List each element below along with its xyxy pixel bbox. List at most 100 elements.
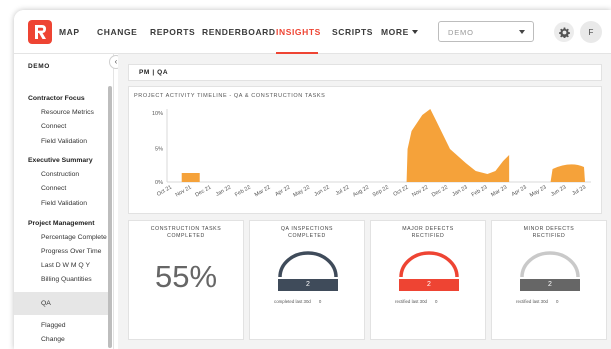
sidebar-scrollbar[interactable] <box>108 86 112 348</box>
y-tick-label: 0% <box>155 180 163 186</box>
nav-tab-label: MAP <box>59 27 80 37</box>
sidebar-item-qa[interactable]: QA <box>41 300 51 307</box>
minor-title-line2: RECTIFIED <box>532 233 566 239</box>
x-tick-label: Mar 22 <box>254 185 272 199</box>
major-card-title: MAJOR DEFECTS RECTIFIED <box>371 226 485 240</box>
construction-card-title: CONSTRUCTION TASKS COMPLETED <box>129 226 243 240</box>
x-tick-label: Apr 23 <box>511 185 528 198</box>
chevron-left-icon: ‹ <box>114 57 118 66</box>
x-tick-label: Nov 22 <box>411 185 429 199</box>
project-select[interactable]: DEMO <box>438 21 534 42</box>
top-navigation-bar: MAP CHANGE REPORTS RENDERBOARD INSIGHTS SCRIP… <box>14 10 611 54</box>
timeline-title: PROJECT ACTIVITY TIMELINE - QA & CONSTRU… <box>134 93 326 99</box>
minor-foot-value: 0 <box>555 299 559 304</box>
x-tick-label: Dec 21 <box>194 185 212 199</box>
nav-tab-label: REPORTS <box>150 27 196 37</box>
qa-gauge <box>278 251 338 278</box>
sidebar-heading: DEMO <box>28 63 50 70</box>
nav-tab-label: INSIGHTS <box>276 27 321 37</box>
chevron-down-icon <box>519 30 525 34</box>
nav-tab-reports[interactable]: REPORTS <box>150 27 195 37</box>
sidebar-item-percentage-complete[interactable]: Percentage Complete <box>41 234 107 241</box>
logo-icon <box>35 25 46 39</box>
avatar-initial: F <box>588 27 594 37</box>
gear-icon <box>558 27 570 38</box>
qa-card-title: QA INSPECTIONS COMPLETED <box>250 226 364 240</box>
minor-title-line1: MINOR DEFECTS <box>523 226 575 232</box>
qa-title-line1: QA INSPECTIONS <box>280 226 334 232</box>
x-tick-label: May 22 <box>292 185 311 199</box>
major-title-line1: MAJOR DEFECTS <box>402 226 454 232</box>
sidebar-item-progress-over-time[interactable]: Progress Over Time <box>41 248 101 255</box>
minor-card-title: MINOR DEFECTS RECTIFIED <box>492 226 606 240</box>
nav-tab-more[interactable]: MORE <box>381 27 418 37</box>
breadcrumb-text: PM | QA <box>139 69 169 76</box>
qa-foot-label: completed last 30d <box>274 299 311 304</box>
sidebar-item-field-validation[interactable]: Field Validation <box>41 138 87 145</box>
sidebar-item-executive-summary[interactable]: Executive Summary <box>28 157 93 164</box>
activity-area-main <box>406 109 510 182</box>
sidebar-active-highlight <box>14 292 108 315</box>
settings-button[interactable] <box>554 22 574 42</box>
x-tick-label: Jul 23 <box>571 185 587 198</box>
project-select-value: DEMO <box>448 28 474 37</box>
x-tick-label: Nov 21 <box>175 185 193 199</box>
nav-tab-scripts[interactable]: SCRIPTS <box>332 27 373 37</box>
main-content: PM | QA 0% 5% 10% Oct 21 Nov 21 Dec 21 Jan 22 F… <box>118 54 611 349</box>
sidebar-item-last-d-w-m-q-y[interactable]: Last D W M Q Y <box>41 262 90 269</box>
sidebar: DEMO Contractor Focus Resource Metrics Con… <box>14 54 114 349</box>
construction-tasks-card: CONSTRUCTION TASKS COMPLETED 55% <box>128 220 244 340</box>
sidebar-item-construction[interactable]: Construction <box>41 171 79 178</box>
activity-area-nov21 <box>181 173 200 182</box>
user-avatar[interactable]: F <box>580 21 602 43</box>
sidebar-item-connect[interactable]: Connect <box>41 123 66 130</box>
x-tick-label: Mar 23 <box>490 185 508 199</box>
x-tick-label: May 23 <box>529 185 548 199</box>
nav-tab-renderboard[interactable]: RENDERBOARD <box>202 27 276 37</box>
x-tick-label: Jan 22 <box>215 185 232 198</box>
qa-foot-value: 0 <box>318 299 322 304</box>
nav-tab-change[interactable]: CHANGE <box>97 27 137 37</box>
major-defects-card: MAJOR DEFECTS RECTIFIED 2 rectified last… <box>370 220 486 340</box>
sidebar-item-resource-metrics[interactable]: Resource Metrics <box>41 109 94 116</box>
x-tick-label: Jul 22 <box>335 185 351 198</box>
x-tick-label: Jun 23 <box>550 185 567 198</box>
nav-tab-map[interactable]: MAP <box>59 27 80 37</box>
x-tick-label: Dec 22 <box>431 185 449 199</box>
app-window: MAP CHANGE REPORTS RENDERBOARD INSIGHTS SCRIP… <box>14 10 611 349</box>
nav-tab-label: MORE <box>381 27 409 37</box>
sidebar-item-billing-quantities[interactable]: Billing Quantities <box>41 276 92 283</box>
minor-defects-card: MINOR DEFECTS RECTIFIED 2 rectified last… <box>491 220 607 340</box>
x-tick-label: Aug 22 <box>352 185 370 199</box>
sidebar-item-contractor-focus[interactable]: Contractor Focus <box>28 95 85 102</box>
nav-tab-label: CHANGE <box>97 27 138 37</box>
construction-title-line1: CONSTRUCTION TASKS <box>150 226 222 232</box>
major-gauge <box>399 251 459 278</box>
x-tick-label: Oct 22 <box>393 185 410 198</box>
x-tick-label: Oct 21 <box>156 185 173 198</box>
app-logo[interactable] <box>28 20 52 44</box>
x-tick-label: Feb 22 <box>234 185 252 199</box>
qa-value-bar: 2 <box>278 279 338 291</box>
sidebar-item-flagged[interactable]: Flagged <box>41 322 66 329</box>
sidebar-item-connect[interactable]: Connect <box>41 185 66 192</box>
activity-area-jun23 <box>550 164 585 182</box>
x-tick-label: Feb 23 <box>471 185 489 199</box>
major-foot-value: 0 <box>434 299 438 304</box>
activity-timeline-chart: 0%5%10%Oct 21 Nov 21 Dec 21 Jan 22 Feb 22 Mar… <box>152 109 591 199</box>
construction-title-line2: COMPLETED <box>167 233 205 239</box>
minor-gauge <box>520 251 580 278</box>
major-foot-label: rectified last 30d <box>395 299 427 304</box>
sidebar-item-field-validation[interactable]: Field Validation <box>41 200 87 207</box>
y-tick-label: 5% <box>155 147 163 153</box>
activity-timeline-card: 0% 5% 10% Oct 21 Nov 21 Dec 21 Jan 22 Feb 22 Mar… <box>128 86 602 214</box>
x-tick-label: Jun 22 <box>313 185 330 198</box>
nav-tab-insights[interactable]: INSIGHTS <box>276 27 321 37</box>
sidebar-item-project-management[interactable]: Project Management <box>28 220 94 227</box>
nav-tab-label: RENDERBOARD <box>202 27 276 37</box>
x-tick-label: Apr 22 <box>274 185 291 198</box>
construction-percent: 55% <box>154 259 218 294</box>
qa-inspections-card: QA INSPECTIONS COMPLETED 2 completed las… <box>249 220 365 340</box>
sidebar-item-change[interactable]: Change <box>41 336 65 343</box>
qa-title-line2: COMPLETED <box>288 233 326 239</box>
